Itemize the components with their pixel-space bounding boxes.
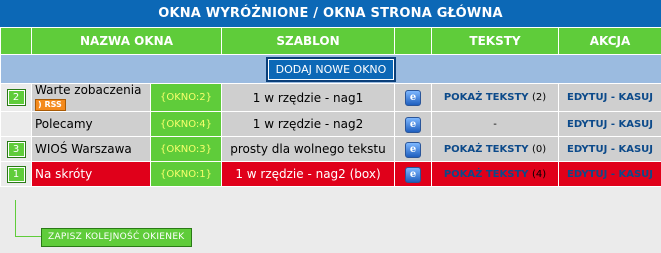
ie-browser-icon[interactable]: e — [405, 141, 421, 158]
window-code: {OKNO:3} — [150, 136, 222, 162]
save-order-button[interactable]: ZAPISZ KOLEJNOŚĆ OKIENEK — [41, 228, 192, 247]
order-cell: 1 — [0, 161, 32, 187]
action-cell: EDYTUJ - KASUJ — [558, 161, 661, 187]
action-separator: - — [610, 118, 615, 130]
texts-count: (4) — [532, 168, 547, 180]
delete-link[interactable]: KASUJ — [618, 119, 653, 130]
header-texts: TEKSTY — [431, 27, 559, 55]
preview-cell: e — [394, 111, 432, 137]
texts-dash: - — [493, 118, 497, 130]
ie-browser-icon[interactable]: e — [405, 116, 421, 133]
ie-browser-icon[interactable]: e — [405, 90, 421, 106]
texts-count: (0) — [532, 143, 547, 155]
window-name-cell: Polecamy — [31, 111, 151, 137]
window-name: Na skróty — [35, 166, 93, 181]
window-code: {OKNO:1} — [150, 161, 222, 187]
edit-link[interactable]: EDYTUJ — [567, 144, 607, 155]
texts-cell: POKAŻ TEKSTY (0) — [431, 136, 559, 162]
table-row: 1 Na skróty {OKNO:1} 1 w rzędzie - nag2 (bo… — [0, 161, 661, 187]
action-cell: EDYTUJ - KASUJ — [558, 83, 661, 112]
texts-cell: POKAŻ TEKSTY (4) — [431, 161, 559, 187]
texts-cell: - — [431, 111, 559, 137]
page-title: OKNA WYRÓŻNIONE / OKNA STRONA GŁÓWNA — [0, 0, 661, 27]
table-header: NAZWA OKNA SZABLON TEKSTY AKCJA — [0, 27, 661, 55]
connector-line-horizontal — [15, 236, 41, 237]
connector-line-vertical — [15, 200, 16, 236]
show-texts-link[interactable]: POKAŻ TEKSTY — [444, 169, 529, 180]
window-template: 1 w rzędzie - nag2 — [221, 111, 395, 137]
window-manager-panel: OKNA WYRÓŻNIONE / OKNA STRONA GŁÓWNA NAZ… — [0, 0, 661, 253]
window-name: Warte zobaczenia — [35, 83, 142, 97]
action-separator: - — [610, 92, 615, 103]
delete-link[interactable]: KASUJ — [618, 144, 653, 155]
window-template: 1 w rzędzie - nag1 — [221, 83, 395, 112]
order-number-box[interactable]: 2 — [6, 89, 26, 106]
order-cell: 2 — [0, 83, 32, 112]
show-texts-link[interactable]: POKAŻ TEKSTY — [444, 92, 529, 103]
order-number-box[interactable]: 3 — [6, 140, 26, 158]
texts-count: (2) — [532, 92, 547, 103]
window-template: 1 w rzędzie - nag2 (box) — [221, 161, 395, 187]
action-cell: EDYTUJ - KASUJ — [558, 136, 661, 162]
action-separator: - — [610, 168, 615, 180]
delete-link[interactable]: KASUJ — [618, 169, 653, 180]
order-number-box[interactable]: 1 — [6, 165, 26, 183]
window-name-cell: Na skróty — [31, 161, 151, 187]
preview-cell: e — [394, 161, 432, 187]
delete-link[interactable]: KASUJ — [618, 92, 653, 103]
edit-link[interactable]: EDYTUJ — [567, 169, 607, 180]
texts-cell: POKAŻ TEKSTY (2) — [431, 83, 559, 112]
header-num — [0, 27, 32, 55]
window-name: Polecamy — [35, 116, 93, 131]
table-row: 2 Warte zobaczenia ) RSS {OKNO:2} 1 w rzędzi… — [0, 83, 661, 112]
window-code: {OKNO:4} — [150, 111, 222, 137]
preview-cell: e — [394, 83, 432, 112]
ie-browser-icon[interactable]: e — [405, 166, 421, 183]
edit-link[interactable]: EDYTUJ — [567, 119, 607, 130]
add-row: DODAJ NOWE OKNO — [0, 54, 661, 84]
rss-badge-icon[interactable]: ) RSS — [35, 99, 66, 111]
preview-cell: e — [394, 136, 432, 162]
window-name-cell: Warte zobaczenia ) RSS — [31, 83, 151, 112]
table-row: 3 WIOŚ Warszawa {OKNO:3} prosty dla wolnego… — [0, 136, 661, 162]
add-window-button[interactable]: DODAJ NOWE OKNO — [265, 56, 397, 82]
windows-table: NAZWA OKNA SZABLON TEKSTY AKCJA DODAJ NO… — [0, 27, 661, 187]
table-row: Polecamy {OKNO:4} 1 w rzędzie - nag2 e - EDYT… — [0, 111, 661, 137]
header-action: AKCJA — [558, 27, 661, 55]
window-name: WIOŚ Warszawa — [35, 141, 132, 156]
header-icon — [394, 27, 432, 55]
header-template: SZABLON — [221, 27, 395, 55]
order-cell: 3 — [0, 136, 32, 162]
action-separator: - — [610, 143, 615, 155]
show-texts-link[interactable]: POKAŻ TEKSTY — [444, 144, 529, 155]
header-name: NAZWA OKNA — [31, 27, 222, 55]
edit-link[interactable]: EDYTUJ — [567, 92, 607, 103]
action-cell: EDYTUJ - KASUJ — [558, 111, 661, 137]
order-cell — [0, 111, 32, 137]
window-name-cell: WIOŚ Warszawa — [31, 136, 151, 162]
window-code: {OKNO:2} — [150, 83, 222, 112]
window-template: prosty dla wolnego tekstu — [221, 136, 395, 162]
